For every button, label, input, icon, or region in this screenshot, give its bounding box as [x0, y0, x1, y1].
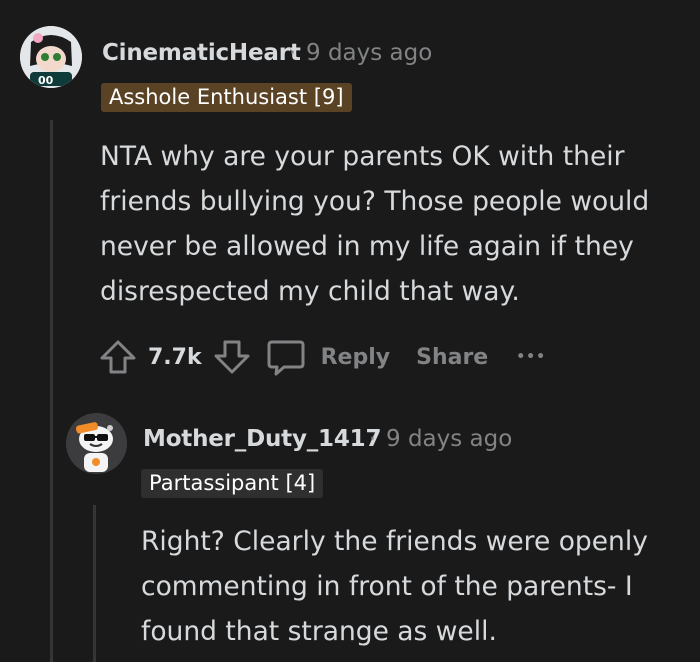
comment-bubble-icon — [267, 340, 305, 376]
downvote-icon — [214, 340, 250, 374]
comment-author[interactable]: CinematicHeart — [102, 40, 301, 66]
comment-timestamp[interactable]: 9 days ago — [386, 426, 512, 452]
comment-timestamp[interactable]: 9 days ago — [306, 40, 432, 66]
reply-button[interactable]: Reply — [265, 337, 391, 377]
separator-dot: · — [289, 41, 296, 66]
more-icon: ••• — [516, 349, 547, 365]
separator-dot: · — [369, 427, 376, 452]
share-button[interactable]: Share — [416, 345, 488, 370]
upvote-button[interactable] — [98, 337, 138, 377]
vote-count: 7.7k — [148, 344, 202, 370]
thread-line-reply[interactable] — [93, 505, 96, 662]
avatar-icon — [66, 413, 127, 474]
share-label: Share — [416, 344, 489, 370]
more-options-button[interactable]: ••• — [516, 349, 546, 365]
comment-body: NTA why are your parents OK with their f… — [100, 141, 650, 307]
avatar-icon: 00 — [20, 26, 82, 88]
svg-text:00: 00 — [38, 74, 54, 87]
user-flair: Partassipant [4] — [141, 469, 324, 498]
downvote-button[interactable] — [212, 337, 252, 377]
thread-line[interactable] — [50, 120, 53, 662]
comment-actions: 7.7k Reply Share ••• — [98, 337, 546, 377]
user-flair: Asshole Enthusiast [9] — [101, 83, 352, 112]
comment-body: Right? Clearly the friends were openly c… — [141, 526, 648, 647]
comment-author[interactable]: Mother_Duty_1417 — [143, 426, 381, 452]
reply-label: Reply — [320, 344, 391, 370]
upvote-icon — [100, 340, 136, 374]
avatar[interactable]: 00 — [20, 26, 82, 88]
avatar[interactable] — [66, 413, 127, 474]
